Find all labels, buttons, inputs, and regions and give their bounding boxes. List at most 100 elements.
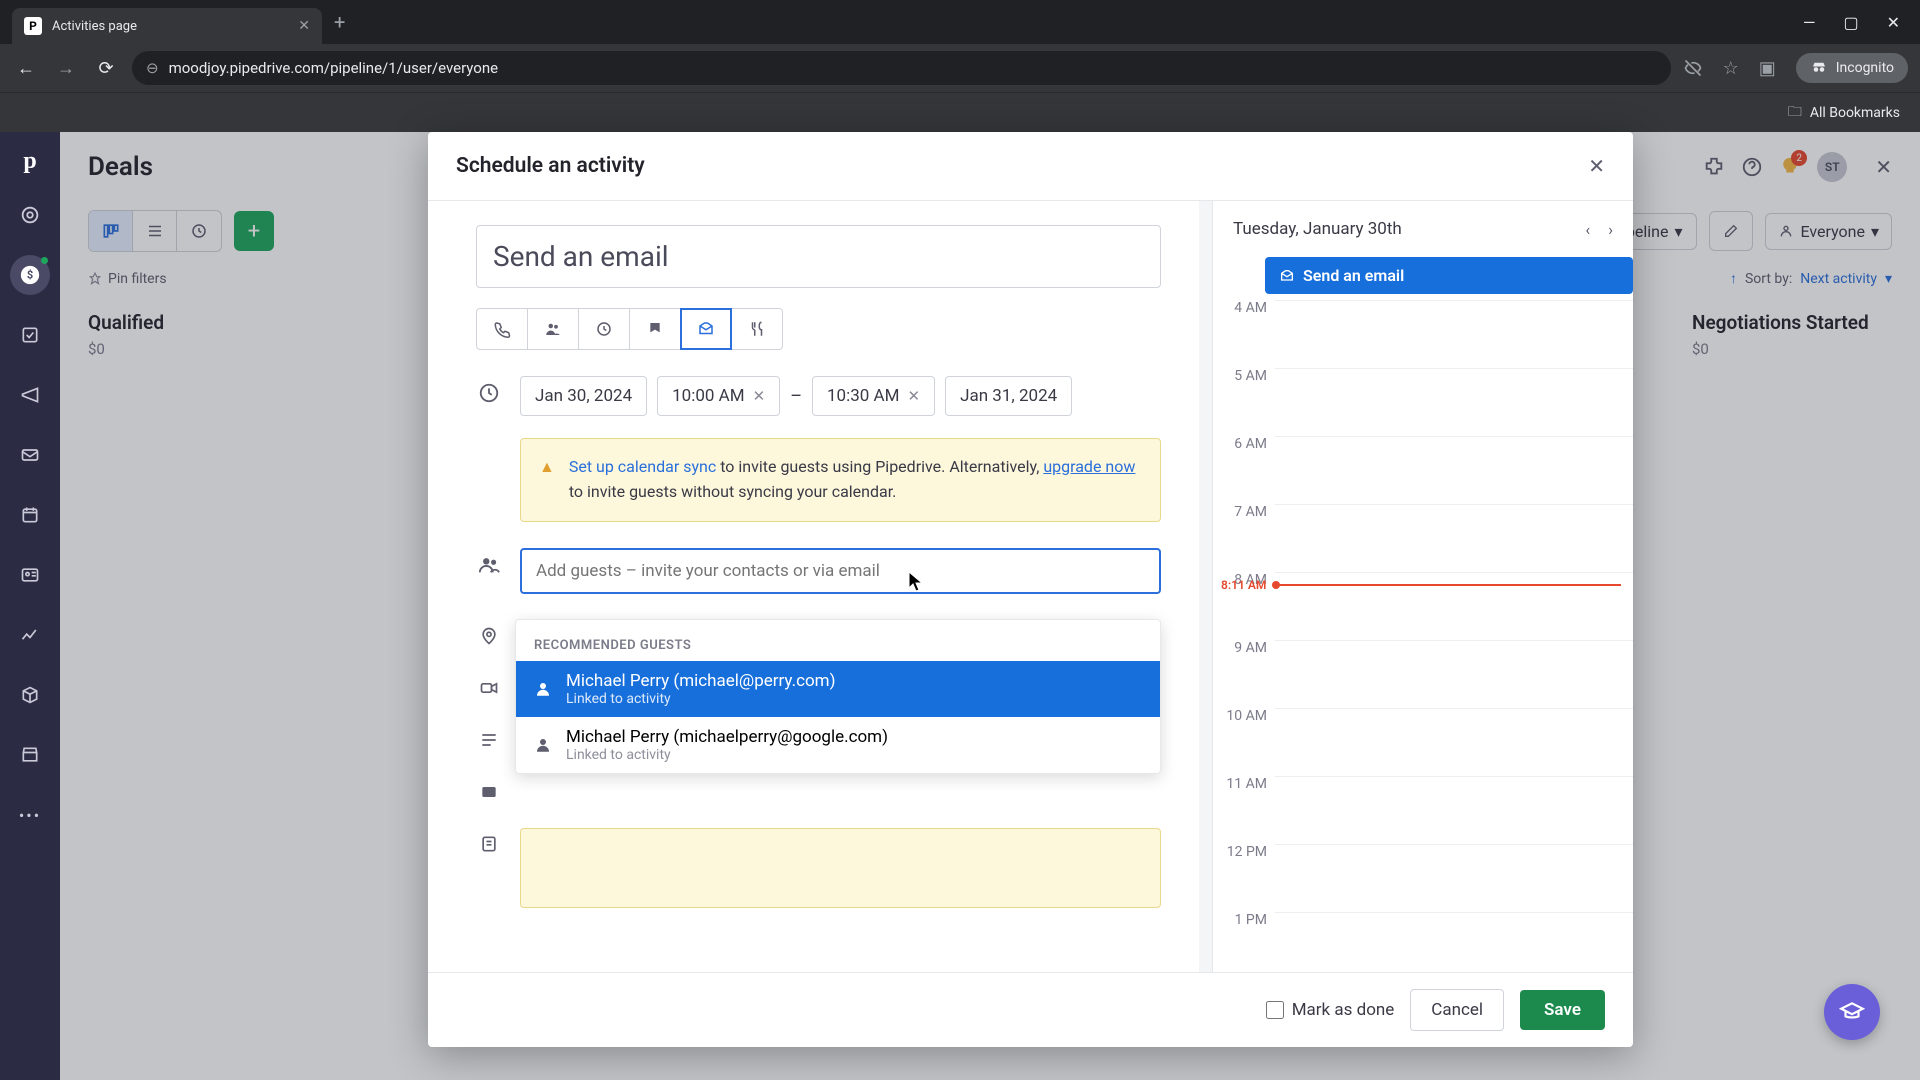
calendar-sync-warning: ▲ Set up calendar sync to invite guests … [520, 438, 1161, 522]
reload-icon[interactable]: ⟳ [92, 58, 120, 79]
upgrade-link[interactable]: upgrade now [1043, 457, 1135, 476]
nav-deals-icon[interactable]: $ [10, 255, 50, 295]
type-email-button[interactable] [680, 308, 732, 350]
prev-day-button[interactable]: ‹ [1585, 220, 1590, 239]
modal-header: Schedule an activity ✕ [428, 132, 1633, 201]
datetime-row: Jan 30, 2024 10:00 AM✕ – 10:30 AM✕ Jan 3… [476, 376, 1161, 416]
clear-icon[interactable]: ✕ [753, 387, 766, 405]
cancel-button[interactable]: Cancel [1410, 989, 1504, 1031]
bookmarks-bar: 🗀 All Bookmarks [0, 92, 1920, 132]
incognito-badge[interactable]: Incognito [1796, 53, 1908, 83]
main-content: Deals 2 ST ✕ + Pipeline ▾ [60, 132, 1920, 1080]
guest-suggestions: RECOMMENDED GUESTS Michael Perry (michae… [515, 619, 1161, 774]
mark-done-checkbox[interactable]: Mark as done [1266, 1000, 1395, 1020]
nav-activities-icon[interactable] [10, 315, 50, 355]
tab-favicon: P [24, 17, 42, 35]
form-scrollbar[interactable] [1199, 201, 1212, 972]
busy-icon [476, 776, 502, 802]
app-root: p $ ••• Deals 2 ST ✕ [0, 132, 1920, 1080]
schedule-activity-modal: Schedule an activity ✕ [428, 132, 1633, 1047]
type-deadline-button[interactable] [629, 308, 681, 350]
minimize-icon[interactable]: — [1803, 13, 1816, 32]
academy-fab[interactable] [1824, 984, 1880, 1040]
save-button[interactable]: Save [1520, 990, 1605, 1030]
next-day-button[interactable]: › [1608, 220, 1613, 239]
now-time-label: 8:11 AM [1221, 578, 1266, 592]
tab-bar: P Activities page ✕ + — ▢ ✕ [0, 0, 1920, 44]
modal-footer: Mark as done Cancel Save [428, 972, 1633, 1047]
address-actions: ☆ ▣ Incognito [1683, 53, 1908, 83]
bookmarks-label[interactable]: All Bookmarks [1810, 105, 1900, 121]
end-date-input[interactable]: Jan 31, 2024 [945, 376, 1072, 416]
nav-products-icon[interactable] [10, 675, 50, 715]
guests-icon [476, 548, 502, 594]
browser-tab[interactable]: P Activities page ✕ [12, 8, 322, 44]
busy-row [476, 776, 1161, 802]
guests-row [476, 548, 1161, 594]
type-lunch-button[interactable] [731, 308, 783, 350]
forward-icon[interactable]: → [52, 58, 80, 79]
close-window-icon[interactable]: ✕ [1887, 13, 1900, 32]
activity-title-input[interactable] [476, 225, 1161, 288]
now-indicator [1275, 584, 1621, 586]
person-icon [534, 680, 552, 698]
browser-chrome: P Activities page ✕ + — ▢ ✕ ← → ⟳ ⊖ mood… [0, 0, 1920, 132]
clear-icon[interactable]: ✕ [907, 387, 920, 405]
guests-input[interactable] [520, 548, 1161, 594]
suggestion-item[interactable]: Michael Perry (michaelperry@google.com) … [516, 717, 1160, 773]
description-icon [476, 724, 502, 750]
panel-icon[interactable]: ▣ [1759, 58, 1776, 79]
person-icon [534, 736, 552, 754]
nav-mail-icon[interactable] [10, 435, 50, 475]
calendar-date-label: Tuesday, January 30th [1233, 219, 1402, 239]
start-time-input[interactable]: 10:00 AM✕ [657, 376, 780, 416]
calendar-grid[interactable]: 4 AM 5 AM 6 AM 7 AM 8 AM 8:11 AM 9 AM 10… [1213, 300, 1633, 972]
end-time-input[interactable]: 10:30 AM✕ [812, 376, 935, 416]
site-info-icon[interactable]: ⊖ [146, 59, 159, 77]
app-logo[interactable]: p [23, 148, 36, 175]
calendar-event-pill[interactable]: Send an email [1265, 257, 1633, 294]
star-icon[interactable]: ☆ [1723, 58, 1739, 79]
modal-title: Schedule an activity [456, 154, 645, 178]
tab-title: Activities page [52, 19, 288, 34]
eye-off-icon[interactable] [1683, 58, 1703, 78]
video-icon [476, 672, 502, 698]
address-bar[interactable]: ⊖ moodjoy.pipedrive.com/pipeline/1/user/… [132, 51, 1671, 85]
address-bar-row: ← → ⟳ ⊖ moodjoy.pipedrive.com/pipeline/1… [0, 44, 1920, 92]
start-date-input[interactable]: Jan 30, 2024 [520, 376, 647, 416]
calendar-column: Tuesday, January 30th ‹ › Send an email … [1212, 201, 1633, 972]
nav-campaigns-icon[interactable] [10, 375, 50, 415]
svg-text:$: $ [27, 269, 33, 282]
nav-calendar-icon[interactable] [10, 495, 50, 535]
type-call-button[interactable] [476, 308, 528, 350]
suggestion-item[interactable]: Michael Perry (michael@perry.com) Linked… [516, 661, 1160, 717]
maximize-icon[interactable]: ▢ [1843, 13, 1858, 32]
nav-more-icon[interactable]: ••• [10, 795, 50, 835]
window-controls: — ▢ ✕ [1803, 13, 1920, 32]
nav-target-icon[interactable] [10, 195, 50, 235]
activity-type-selector [476, 308, 1161, 350]
location-icon [476, 620, 502, 646]
url-text: moodjoy.pipedrive.com/pipeline/1/user/ev… [169, 59, 499, 77]
folder-icon: 🗀 [1788, 101, 1802, 125]
close-modal-icon[interactable]: ✕ [1588, 154, 1605, 178]
nav-contacts-icon[interactable] [10, 555, 50, 595]
notes-row [476, 828, 1161, 908]
back-icon[interactable]: ← [12, 58, 40, 79]
type-meeting-button[interactable] [527, 308, 579, 350]
new-tab-button[interactable]: + [334, 10, 345, 34]
warning-icon: ▲ [539, 455, 555, 505]
calendar-sync-link[interactable]: Set up calendar sync [569, 457, 716, 476]
type-task-button[interactable] [578, 308, 630, 350]
close-tab-icon[interactable]: ✕ [298, 18, 310, 34]
modal-body: Jan 30, 2024 10:00 AM✕ – 10:30 AM✕ Jan 3… [428, 201, 1633, 972]
notes-icon [476, 828, 502, 908]
left-nav: p $ ••• [0, 132, 60, 1080]
clock-icon [476, 376, 502, 416]
suggestions-header: RECOMMENDED GUESTS [516, 630, 1160, 661]
notes-textarea[interactable] [520, 828, 1161, 908]
calendar-header: Tuesday, January 30th ‹ › [1213, 201, 1633, 257]
form-column: Jan 30, 2024 10:00 AM✕ – 10:30 AM✕ Jan 3… [428, 201, 1199, 972]
nav-insights-icon[interactable] [10, 615, 50, 655]
nav-marketplace-icon[interactable] [10, 735, 50, 775]
